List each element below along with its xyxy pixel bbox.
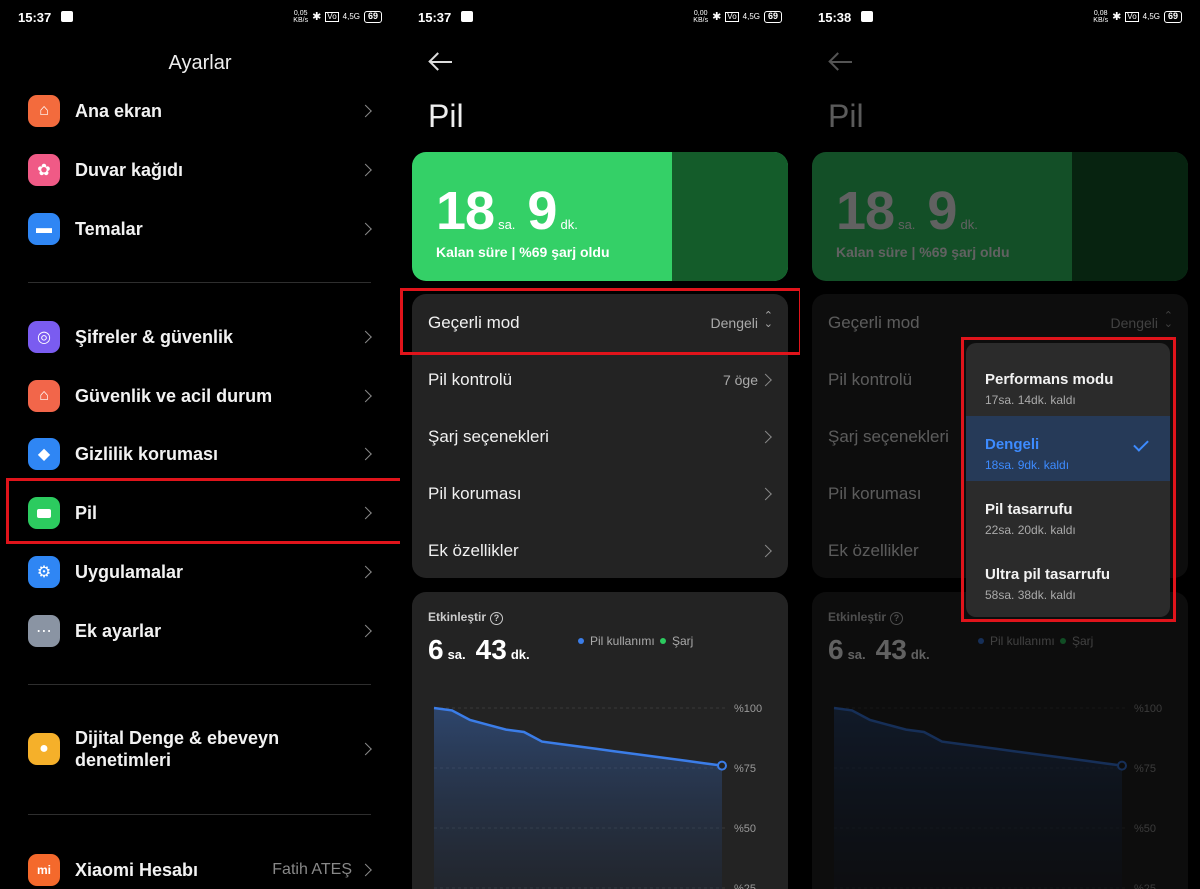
usage-end-point [717,760,727,771]
network-speed: 0,05 [293,10,308,17]
battery-status-icon: 69 [763,11,782,23]
settings-item-digital-wellbeing[interactable]: ● Dijital Denge & ebeveyn denetimleri [28,727,378,771]
chevron-right-icon [359,624,372,638]
settings-item-xiaomi-account[interactable]: mi Xiaomi Hesabı Fatih ATEŞ [28,848,378,889]
chevron-right-icon [359,163,372,177]
bluetooth-icon: ✱ [312,11,322,23]
usage-area [434,708,722,889]
battery-status-icon: 69 [363,11,382,23]
teams-icon [861,11,873,22]
settings-item-additional[interactable]: ⋯ Ek ayarlar [28,609,378,653]
status-bar: 15:38 0,08 KB/s ✱ Vo 4,5G 69 [818,8,1182,28]
signal-icon: 4,5G [342,12,360,21]
teams-icon [461,11,473,22]
mi-icon: mi [28,854,60,886]
divider [28,282,371,283]
settings-item-home-screen[interactable]: ⌂ Ana ekran [28,89,378,133]
y-tick-label: %75 [734,763,756,775]
chevron-right-icon [759,430,772,443]
remaining-time: 18sa.9dk. [436,181,578,241]
chevron-right-icon [359,565,372,579]
chevron-right-icon [359,447,372,461]
highlight-box [6,478,400,544]
y-tick-label: %100 [734,703,762,715]
chevron-right-icon [759,487,772,500]
network-speed: 0,08 [1093,10,1108,17]
battery-mode-screen: 15:38 0,08KB/s ✱ Vo 4,5G 69 Pil 18sa.9dk… [800,0,1200,889]
chevron-right-icon [359,104,372,118]
volte-icon: Vo [725,12,739,22]
settings-item-safety-emergency[interactable]: ⌂ Güvenlik ve acil durum [28,374,378,418]
highlight-box [400,288,800,355]
network-speed: 0,00 [693,10,708,17]
y-tick-label: %50 [734,823,756,835]
home-icon: ⌂ [28,95,60,127]
battery-status-icon: 69 [1163,11,1182,23]
chevron-right-icon [359,742,372,756]
settings-item-apps[interactable]: ⚙ Uygulamalar [28,550,378,594]
account-name: Fatih ATEŞ [272,861,352,878]
chevron-right-icon [359,330,372,344]
privacy-icon: ◆ [28,438,60,470]
volte-icon: Vo [1125,12,1139,22]
charging-options-row[interactable]: Şarj seçenekleri [412,408,788,465]
highlight-box [961,337,1176,622]
signal-icon: 4,5G [1142,12,1160,21]
chevron-right-icon [759,544,772,557]
chevron-right-icon [359,389,372,403]
battery-remaining-card: 18sa.9dk. Kalan süre | %69 şarj oldu [412,152,788,281]
battery-protection-row[interactable]: Pil koruması [412,465,788,522]
sos-icon: ⌂ [28,380,60,412]
flower-icon: ✿ [28,154,60,186]
chevron-right-icon [359,222,372,236]
additional-features-row[interactable]: Ek özellikler [412,522,788,579]
battery-screen: 15:37 0,00 KB/s ✱ Vo 4,5G 69 Pil 18 sa. 9 dk… [400,0,800,889]
brush-icon: ▬ [28,213,60,245]
status-bar: 15:37 0,05 KB/s ✱ Vo 4,5G 69 [18,8,382,28]
back-arrow-icon[interactable] [428,50,454,74]
page-title: Ayarlar [168,52,232,74]
gear-icon: ⚙ [28,556,60,588]
y-tick-label: %25 [734,883,756,889]
settings-item-privacy[interactable]: ◆ Gizlilik koruması [28,432,378,476]
remaining-subtitle: Kalan süre | %69 şarj oldu [436,244,610,260]
settings-item-wallpaper[interactable]: ✿ Duvar kağıdı [28,148,378,192]
chevron-right-icon [759,373,772,386]
status-time: 15:37 [18,10,52,25]
status-time: 15:37 [418,10,452,25]
page-title: Pil [428,98,464,134]
status-time: 15:38 [818,10,852,25]
divider [28,684,371,685]
battery-usage-chart: %100 %75 %50 %25 [433,703,762,889]
chevron-right-icon [359,863,372,877]
status-bar: 15:37 0,00 KB/s ✱ Vo 4,5G 69 [418,8,782,28]
settings-screen: 15:37 0,05 KB/s ✱ Vo 4,5G 69 Ayarlar ⌂ An… [0,0,400,889]
signal-icon: 4,5G [742,12,760,21]
settings-item-passwords-security[interactable]: ◎ Şifreler & güvenlik [28,315,378,359]
fingerprint-icon: ◎ [28,321,60,353]
battery-control-row[interactable]: Pil kontrolü 7 öge [412,351,788,408]
divider [28,814,371,815]
more-icon: ⋯ [28,615,60,647]
settings-item-themes[interactable]: ▬ Temalar [28,207,378,251]
volte-icon: Vo [325,12,339,22]
teams-icon [61,11,73,22]
battery-usage-card: Etkinleştir? 6sa.43dk. Pil kullanımı Şar… [412,592,788,889]
bluetooth-icon: ✱ [712,11,722,23]
digital-wellbeing-icon: ● [28,733,60,765]
bluetooth-icon: ✱ [1112,11,1122,23]
